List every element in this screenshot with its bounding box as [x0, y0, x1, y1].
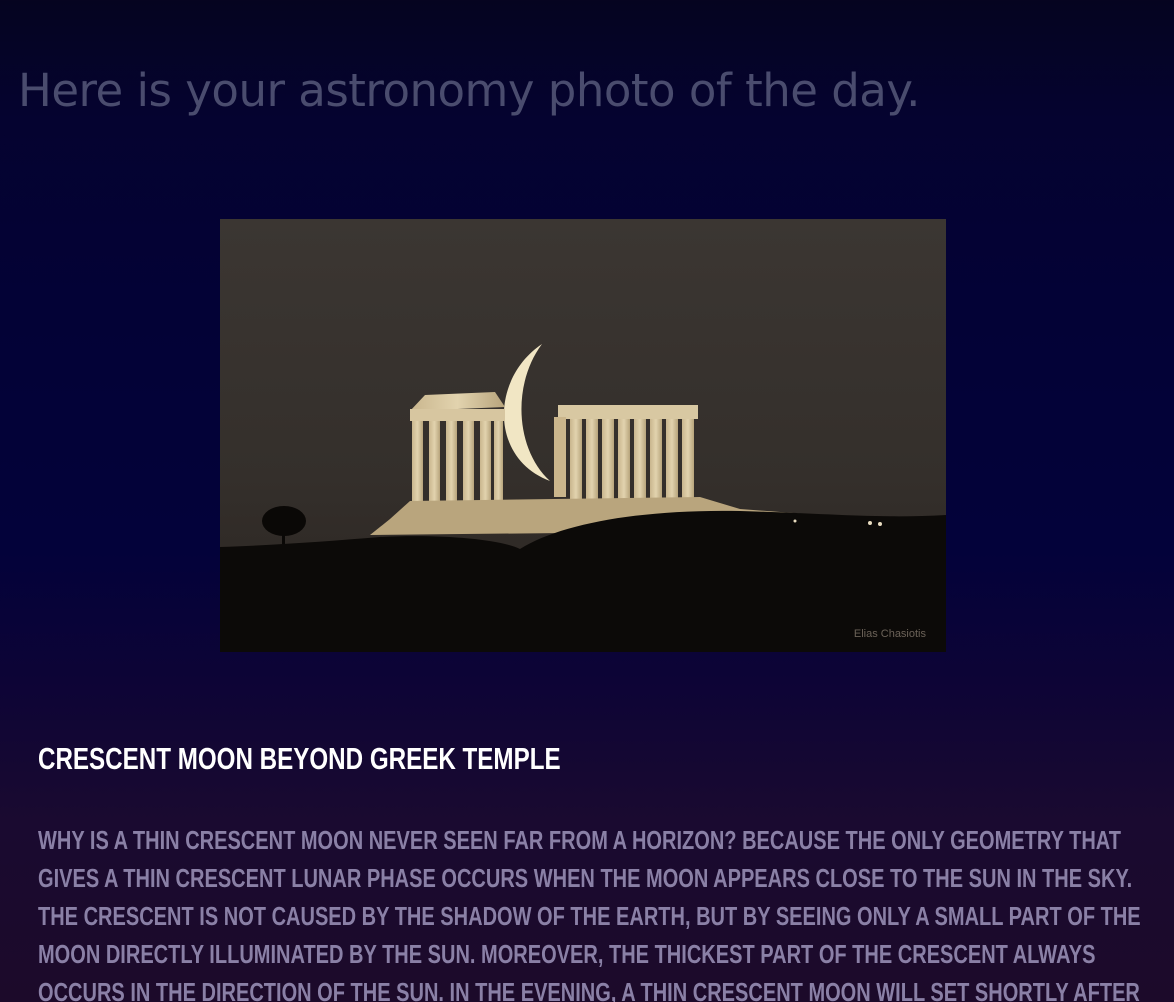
photo-explanation: Why is a thin crescent moon never seen f…	[38, 825, 1141, 1002]
photo-title: Crescent Moon beyond Greek Temple	[38, 741, 561, 776]
apod-photo: Elias Chasiotis	[220, 219, 946, 652]
page-headline: Here is your astronomy photo of the day.	[18, 64, 920, 117]
photo-credit: Elias Chasiotis	[853, 628, 926, 640]
photo-scene	[220, 219, 946, 652]
temple-right-columns	[554, 405, 698, 499]
